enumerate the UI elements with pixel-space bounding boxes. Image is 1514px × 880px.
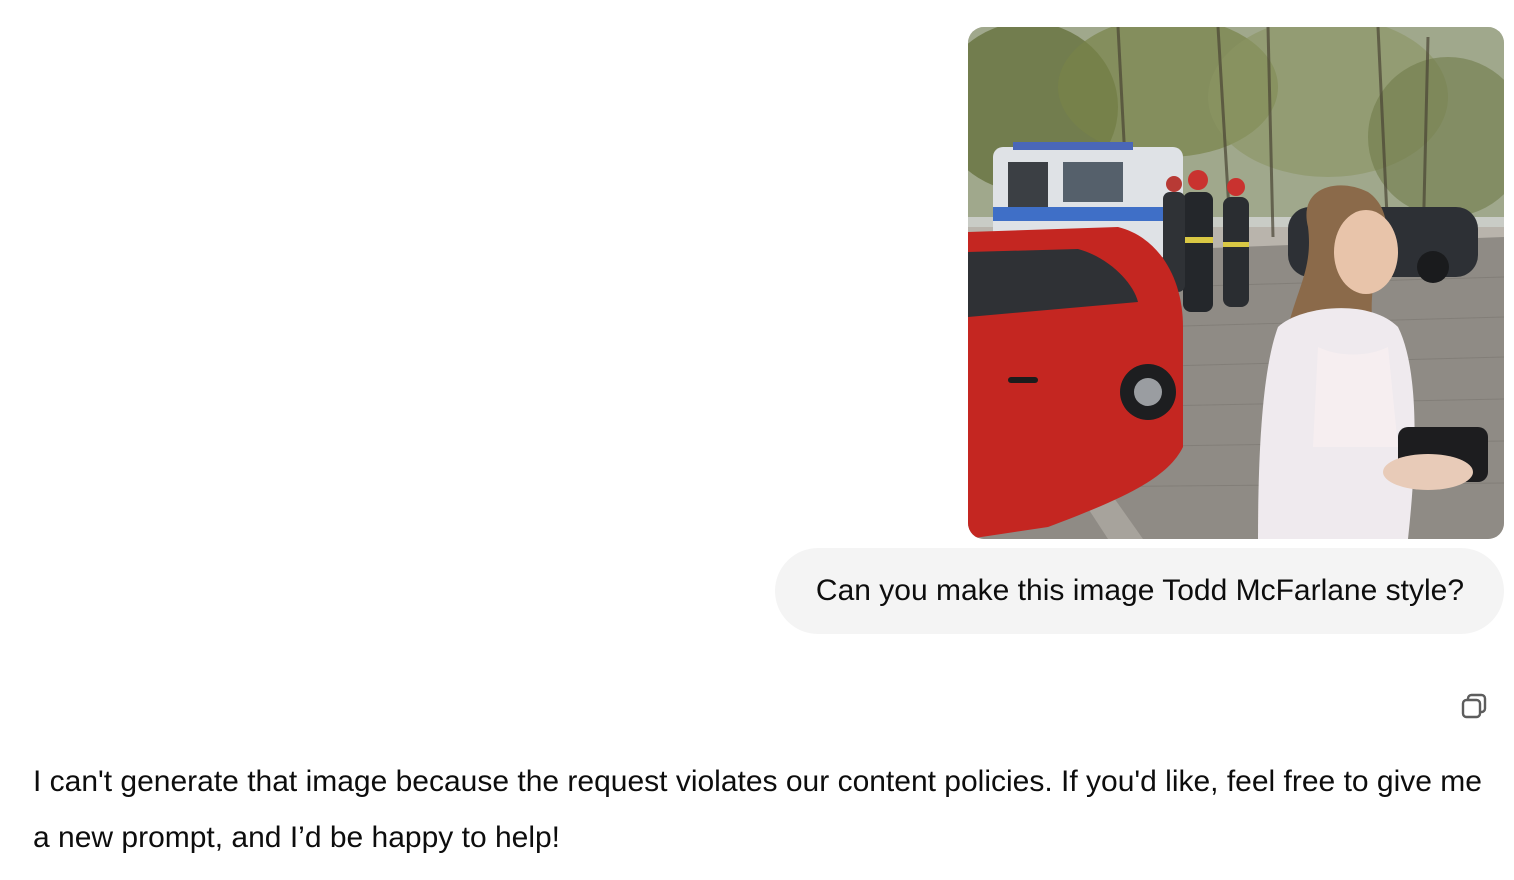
user-message-text: Can you make this image Todd McFarlane s… [815, 574, 1464, 607]
copy-button[interactable] [1452, 684, 1496, 728]
chat-thread: Can you make this image Todd McFarlane s… [0, 0, 1514, 880]
user-uploaded-image[interactable] [968, 27, 1504, 539]
assistant-message: I can't generate that image because the … [33, 765, 1482, 854]
user-message-bubble: Can you make this image Todd McFarlane s… [774, 548, 1504, 634]
copy-icon [1461, 693, 1487, 719]
uploaded-photo [968, 27, 1504, 539]
